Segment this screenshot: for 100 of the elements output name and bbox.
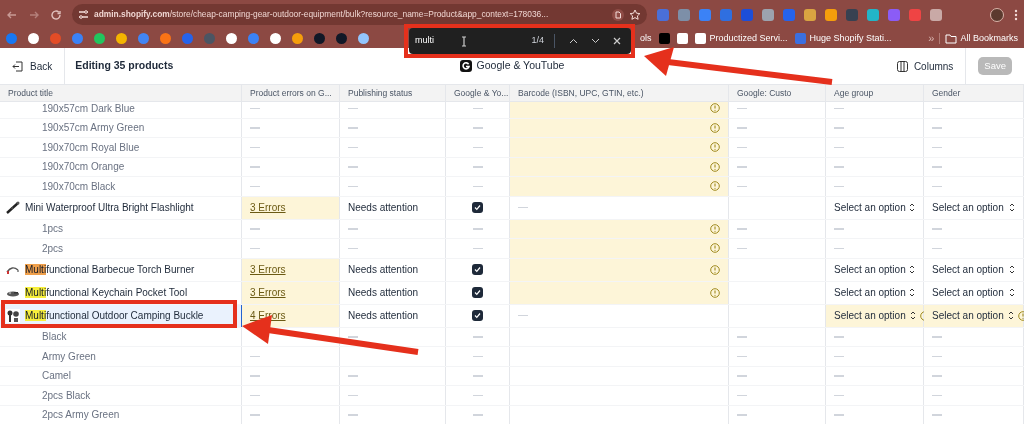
empty-value-dash (932, 414, 942, 416)
checkbox[interactable] (472, 264, 483, 275)
select-field[interactable]: Select an option (932, 200, 1015, 215)
extension-icon[interactable] (846, 8, 858, 21)
empty-value-dash (348, 166, 358, 168)
empty-value-dash (348, 146, 358, 148)
empty-value-dash (737, 394, 747, 396)
bookmark-icon[interactable] (358, 33, 369, 44)
bookmark-icon[interactable] (658, 33, 670, 44)
extension-icon[interactable] (699, 8, 711, 21)
empty-value-dash (737, 336, 747, 338)
empty-value-dash (348, 107, 358, 109)
extension-icon[interactable] (825, 8, 837, 21)
empty-value-dash (834, 146, 844, 148)
extension-icon[interactable] (909, 8, 921, 21)
select-field[interactable]: Select an option (834, 308, 916, 323)
extension-icon[interactable] (888, 8, 900, 21)
checkbox[interactable] (472, 310, 483, 321)
variant-title: 190x57cm Army Green (42, 121, 145, 136)
extension-icon[interactable] (804, 8, 816, 21)
menu-icon[interactable] (1014, 8, 1018, 21)
variant-title: Camel (42, 369, 71, 384)
profile-avatar[interactable] (990, 7, 1004, 22)
bookmark-icon[interactable] (336, 33, 347, 44)
chevron-updown-icon (1007, 311, 1014, 320)
bookmark-icon[interactable] (226, 33, 237, 44)
empty-value-dash (932, 355, 942, 357)
empty-value-dash (932, 185, 942, 187)
bookmark-icon[interactable] (676, 33, 688, 44)
empty-value-dash (518, 314, 528, 317)
columns-icon (896, 60, 908, 72)
extension-icon[interactable] (867, 8, 879, 21)
select-field[interactable]: Select an option (834, 262, 915, 277)
star-icon[interactable] (629, 8, 641, 21)
status-text: Needs attention (348, 286, 419, 300)
document-icon[interactable] (612, 8, 624, 21)
bookmark-icon[interactable] (94, 33, 105, 44)
empty-value-dash (737, 414, 747, 416)
bookmark-icon[interactable] (292, 33, 303, 44)
back-button[interactable]: Back (0, 48, 66, 84)
bookmark-link[interactable]: Productized Servi... (694, 31, 788, 46)
empty-value-dash (348, 375, 358, 377)
select-field[interactable]: Select an option (932, 285, 1015, 300)
empty-value-dash (834, 375, 844, 377)
warning-icon (710, 243, 720, 254)
checkbox[interactable] (472, 202, 483, 213)
warning-icon (710, 142, 720, 153)
empty-value-dash (834, 247, 844, 249)
address-bar[interactable]: admin.shopify.com/store/cheap-camping-gear-outdoor-equipment/bulk?resource_name=Product&app_context=178036... (72, 4, 647, 25)
more-bookmarks-button[interactable]: » (928, 30, 935, 47)
close-icon (613, 37, 621, 45)
channel-label: Google & YouTube (459, 58, 565, 74)
empty-value-dash (834, 414, 844, 416)
checkbox[interactable] (472, 287, 483, 298)
warning-icon (710, 103, 720, 114)
variant-title: 190x57cm Dark Blue (42, 102, 135, 116)
column-header: Product errors on G... (250, 86, 332, 100)
chevron-updown-icon (909, 288, 915, 297)
empty-value-dash (348, 185, 358, 187)
empty-value-dash (737, 146, 747, 148)
empty-value-dash (737, 127, 747, 129)
bookmark-link[interactable]: ols (640, 31, 652, 46)
select-field[interactable]: Select an option (932, 308, 1014, 323)
extension-icon[interactable] (678, 8, 690, 21)
errors-link[interactable]: 3 Errors (250, 285, 286, 300)
select-field[interactable]: Select an option (834, 285, 915, 300)
chevron-updown-icon (909, 203, 915, 212)
column-header: Publishing status (348, 86, 413, 100)
url-text[interactable]: admin.shopify.com/store/cheap-camping-gear-outdoor-equipment/bulk?resource_name=Product&app_context=178036... (94, 8, 607, 21)
column-header: Age group (834, 86, 874, 100)
empty-value-dash (348, 247, 358, 249)
select-field[interactable]: Select an option (932, 262, 1015, 277)
variant-title: 1pcs (42, 222, 64, 237)
chevron-updown-icon (1009, 288, 1015, 297)
bookmark-icon[interactable] (314, 33, 325, 44)
empty-value-dash (250, 375, 260, 377)
empty-value-dash (932, 336, 942, 338)
columns-button[interactable]: Columns (896, 48, 967, 84)
empty-value-dash (472, 127, 483, 129)
bookmark-folder[interactable]: All Bookmarks (945, 31, 1018, 46)
empty-value-dash (472, 107, 483, 109)
empty-value-dash (250, 166, 260, 168)
empty-value-dash (250, 107, 260, 109)
bookmark-icon[interactable] (270, 33, 281, 44)
bookmark-icon[interactable] (28, 33, 39, 44)
empty-value-dash (737, 185, 747, 187)
select-field[interactable]: Select an option (834, 200, 915, 215)
empty-value-dash (472, 375, 483, 377)
warning-icon (710, 223, 720, 234)
find-input-field[interactable]: multi (415, 34, 455, 48)
errors-link[interactable]: 3 Errors (250, 262, 286, 277)
empty-value-dash (250, 127, 260, 129)
reload-icon[interactable] (50, 8, 62, 21)
extension-icon[interactable] (930, 8, 942, 21)
bookmark-link[interactable]: Huge Shopify Stati... (794, 31, 892, 46)
errors-link[interactable]: 3 Errors (250, 200, 286, 215)
bookmark-icon[interactable] (116, 33, 127, 44)
extension-icon[interactable] (762, 8, 774, 21)
bookmark-icon (794, 33, 806, 44)
site-settings-icon[interactable] (78, 9, 89, 20)
